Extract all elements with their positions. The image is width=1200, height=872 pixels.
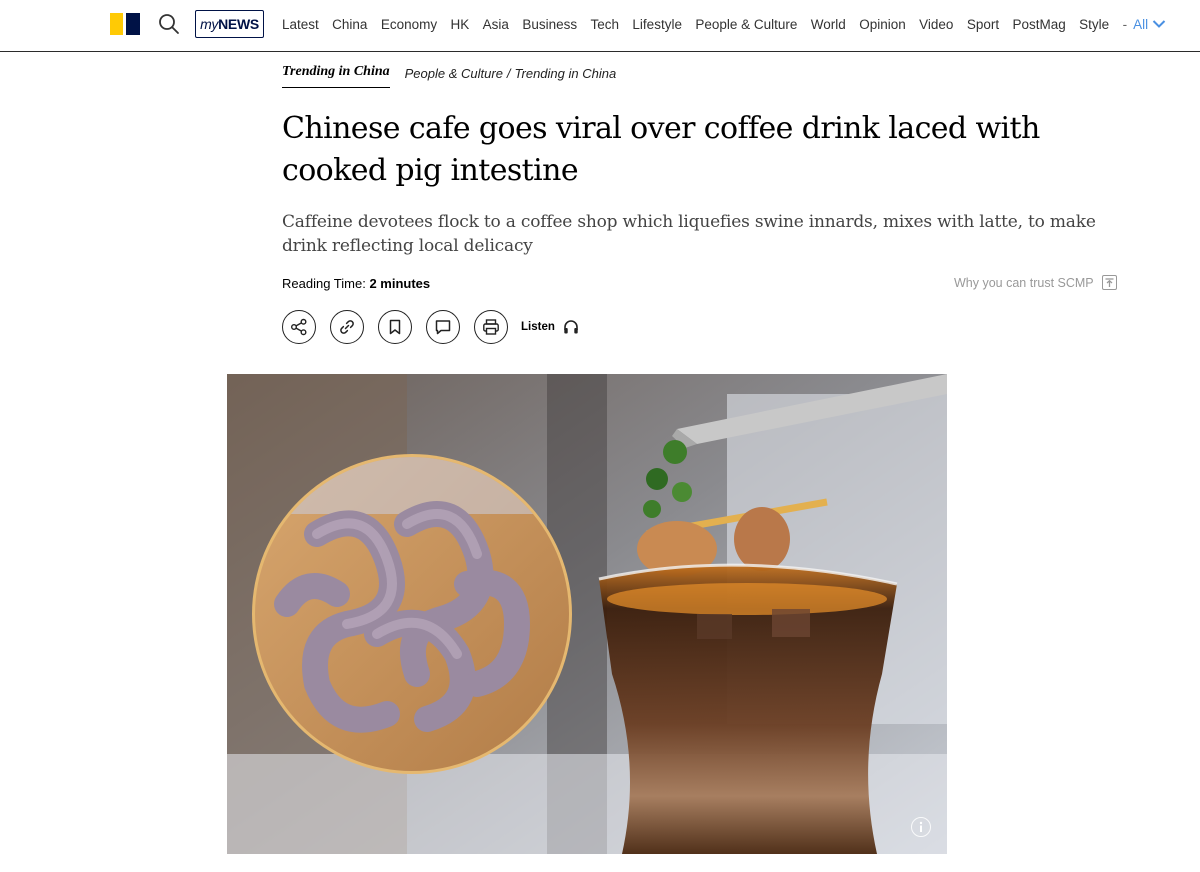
nav-separator: - xyxy=(1122,16,1128,32)
breadcrumb: Trending in China People & Culture / Tre… xyxy=(282,64,616,91)
reading-time: Reading Time: 2 minutes xyxy=(282,276,430,291)
logo-navy-block xyxy=(126,13,140,35)
nav-item-latest[interactable]: Latest xyxy=(282,17,319,32)
link-icon xyxy=(340,320,354,334)
mynews-button[interactable]: my NEWS xyxy=(195,10,264,38)
nav-item-sport[interactable]: Sport xyxy=(967,17,999,32)
nav-item-opinion[interactable]: Opinion xyxy=(859,17,906,32)
bookmark-icon xyxy=(389,319,401,335)
nav-item-hk[interactable]: HK xyxy=(451,17,470,32)
nav-item-postmag[interactable]: PostMag xyxy=(1013,17,1066,32)
headphones-icon xyxy=(564,320,578,334)
print-icon xyxy=(483,319,499,335)
image-info-icon[interactable] xyxy=(911,817,931,837)
logo-yellow-block xyxy=(110,13,123,35)
mynews-prefix: my xyxy=(200,16,219,32)
trust-scmp-link[interactable]: Why you can trust SCMP xyxy=(954,275,1117,290)
breadcrumb-separator: / xyxy=(506,66,511,81)
comment-button[interactable] xyxy=(426,310,460,344)
bookmark-button[interactable] xyxy=(378,310,412,344)
nav-item-asia[interactable]: Asia xyxy=(483,17,509,32)
nav-item-china[interactable]: China xyxy=(332,17,367,32)
nav-item-video[interactable]: Video xyxy=(919,17,953,32)
nav-item-business[interactable]: Business xyxy=(522,17,577,32)
listen-button[interactable]: Listen xyxy=(521,319,579,335)
article-actions: Listen xyxy=(282,310,579,344)
section-path: People & Culture / Trending in China xyxy=(405,64,617,81)
hero-image xyxy=(227,374,947,854)
subsection-link[interactable]: Trending in China xyxy=(515,66,617,81)
nav-item-economy[interactable]: Economy xyxy=(381,17,437,32)
trust-label: Why you can trust SCMP xyxy=(954,275,1094,290)
nav-item-tech[interactable]: Tech xyxy=(591,17,620,32)
scmp-logo[interactable] xyxy=(110,13,140,35)
nav-item-world[interactable]: World xyxy=(811,17,846,32)
topic-link[interactable]: Trending in China xyxy=(282,64,390,88)
copy-link-button[interactable] xyxy=(330,310,364,344)
article-subheadline: Caffeine devotees flock to a coffee shop… xyxy=(282,212,1096,256)
nav-item-people-culture[interactable]: People & Culture xyxy=(695,17,797,32)
share-button[interactable] xyxy=(282,310,316,344)
mynews-label: NEWS xyxy=(218,16,259,32)
search-icon[interactable] xyxy=(157,12,181,36)
reading-time-value: 2 minutes xyxy=(369,276,431,291)
top-navigation-bar: my NEWS Latest China Economy HK Asia Busi… xyxy=(0,0,1200,52)
nav-all-label: All xyxy=(1133,16,1149,32)
coffee-with-pig-intestine-photo xyxy=(227,374,947,854)
nav-item-lifestyle[interactable]: Lifestyle xyxy=(632,17,682,32)
nav-all-menu[interactable]: All xyxy=(1133,17,1166,32)
nav-item-style[interactable]: Style xyxy=(1079,17,1109,32)
reading-time-label: Reading Time: xyxy=(282,276,366,291)
trust-info-icon xyxy=(1101,275,1117,290)
print-button[interactable] xyxy=(474,310,508,344)
section-link[interactable]: People & Culture xyxy=(405,66,503,81)
article-headline: Chinese cafe goes viral over coffee drin… xyxy=(282,111,1040,188)
listen-label: Listen xyxy=(521,321,555,333)
share-icon xyxy=(291,318,307,336)
comment-icon xyxy=(435,320,451,335)
chevron-down-icon xyxy=(1152,20,1166,28)
main-nav: Latest China Economy HK Asia Business Te… xyxy=(282,14,1166,34)
